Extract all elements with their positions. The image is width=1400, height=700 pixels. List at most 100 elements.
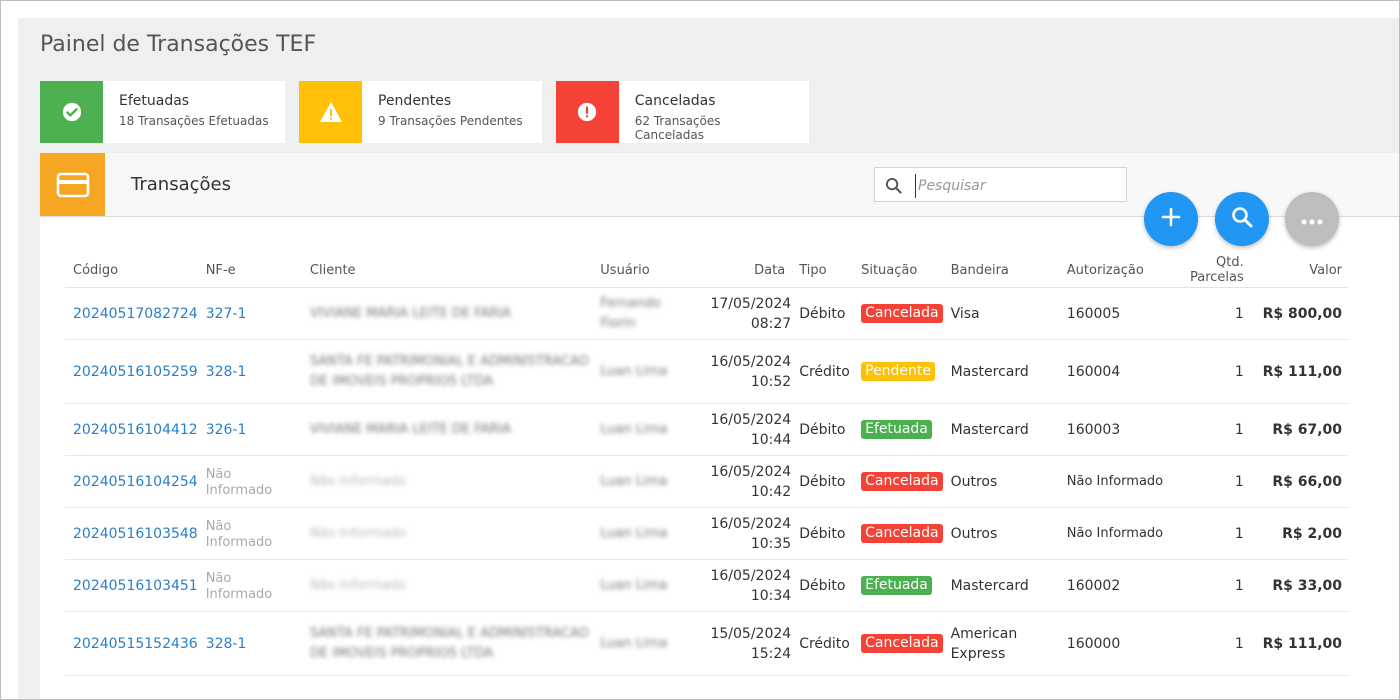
user-name: Luan Lima	[600, 473, 668, 489]
credit-card-icon	[40, 153, 105, 216]
installments-count: 1	[1163, 455, 1250, 508]
transaction-value: R$ 111,00	[1249, 339, 1348, 404]
col-bandeira[interactable]: Bandeira	[942, 253, 1059, 288]
authorization-code: 160004	[1058, 339, 1164, 404]
table-body: 20240517082724 327-1 VIVIANE MARIA LEITE D…	[65, 287, 1348, 676]
col-autorizacao[interactable]: Autorização	[1058, 253, 1164, 288]
installments-count: 1	[1163, 339, 1250, 404]
col-valor[interactable]: Valor	[1249, 253, 1348, 288]
user-name: Luan Lima	[600, 525, 668, 541]
transaction-value: R$ 66,00	[1249, 455, 1348, 508]
client-name: VIVIANE MARIA LEITE DE FARIA	[309, 421, 512, 437]
table-row[interactable]: 20240515152436 328-1 SANTA FE PATRIMONIAL …	[65, 611, 1348, 676]
search-box[interactable]	[874, 167, 1127, 202]
status-badge: Cancelada	[861, 524, 943, 543]
col-parcelas[interactable]: Qtd. Parcelas	[1163, 253, 1250, 288]
table-row[interactable]: 20240516105259 328-1 SANTA FE PATRIMONIAL …	[65, 339, 1348, 404]
transaction-time: 10:52	[750, 373, 792, 390]
add-button[interactable]	[1144, 192, 1198, 246]
alert-circle-icon	[556, 81, 619, 143]
transaction-date: 15/05/2024	[710, 625, 792, 642]
nfe-link[interactable]: 326-1	[206, 422, 247, 438]
search-icon	[885, 177, 902, 198]
card-brand: Outros	[942, 455, 1059, 508]
installments-count: 1	[1163, 559, 1250, 612]
transaction-code-link[interactable]: 20240516104412	[73, 422, 198, 438]
transactions-table: Código NF-e Cliente Usuário Data Tipo Si…	[65, 253, 1348, 676]
more-button[interactable]	[1285, 192, 1339, 246]
installments-count: 1	[1163, 403, 1250, 456]
authorization-code: 160003	[1058, 403, 1164, 456]
status-badge: Efetuada	[861, 576, 932, 595]
col-tipo[interactable]: Tipo	[791, 253, 854, 288]
authorization-code: 160002	[1058, 559, 1164, 612]
transaction-time: 10:34	[750, 587, 792, 604]
transaction-time: 10:35	[750, 535, 792, 552]
client-name: Não Informado	[309, 525, 407, 541]
check-circle-icon	[40, 81, 103, 143]
card-brand: Mastercard	[942, 559, 1059, 612]
table-row[interactable]: 20240516104412 326-1 VIVIANE MARIA LEITE D…	[65, 403, 1348, 456]
nfe-link: Não Informado	[205, 518, 273, 550]
installments-count: 1	[1163, 287, 1250, 340]
stat-card-pendentes[interactable]: Pendentes 9 Transações Pendentes	[299, 81, 542, 143]
table-header-row: Código NF-e Cliente Usuário Data Tipo Si…	[65, 253, 1348, 288]
transaction-date: 16/05/2024	[710, 567, 792, 584]
search-button[interactable]	[1215, 192, 1269, 246]
col-nfe[interactable]: NF-e	[197, 253, 302, 288]
table-row[interactable]: 20240516104254 Não Informado Não Informado…	[65, 455, 1348, 508]
page-title: Painel de Transações TEF	[40, 32, 317, 57]
transaction-date: 16/05/2024	[710, 463, 792, 480]
col-data[interactable]: Data	[694, 253, 792, 288]
client-name: Não Informado	[309, 473, 407, 489]
user-name: Luan Lima	[600, 635, 668, 651]
nfe-link[interactable]: 328-1	[206, 636, 247, 652]
transaction-type: Débito	[791, 403, 854, 456]
transaction-time: 15:24	[750, 645, 792, 662]
transaction-type: Crédito	[791, 611, 854, 676]
dashboard-panel: Painel de Transações TEF Efetuadas 18 Tr…	[18, 18, 1399, 699]
col-situacao[interactable]: Situação	[853, 253, 943, 288]
stat-card-efetuadas[interactable]: Efetuadas 18 Transações Efetuadas	[40, 81, 285, 143]
status-badge: Cancelada	[861, 634, 943, 653]
transactions-card: Transações Código	[40, 153, 1399, 699]
status-badge: Pendente	[861, 362, 935, 381]
installments-count: 1	[1163, 611, 1250, 676]
authorization-code: Não Informado	[1058, 455, 1164, 508]
nfe-link[interactable]: 328-1	[206, 364, 247, 380]
col-usuario[interactable]: Usuário	[592, 253, 695, 288]
table-row[interactable]: 20240516103548 Não Informado Não Informado…	[65, 507, 1348, 560]
section-title: Transações	[131, 174, 231, 195]
client-name: SANTA FE PATRIMONIAL E ADMINISTRACAO DE …	[309, 625, 589, 661]
transaction-type: Crédito	[791, 339, 854, 404]
stat-card-canceladas[interactable]: Canceladas 62 Transações Canceladas	[556, 81, 809, 143]
warning-icon	[299, 81, 362, 143]
transaction-code-link[interactable]: 20240516104254	[73, 474, 198, 490]
transaction-date: 16/05/2024	[710, 411, 792, 428]
col-codigo[interactable]: Código	[65, 253, 198, 288]
stat-subtitle: 9 Transações Pendentes	[378, 114, 523, 128]
transaction-date: 16/05/2024	[710, 515, 792, 532]
transaction-code-link[interactable]: 20240517082724	[73, 306, 198, 322]
nfe-link[interactable]: 327-1	[206, 306, 247, 322]
transaction-code-link[interactable]: 20240515152436	[73, 636, 198, 652]
transaction-type: Débito	[791, 507, 854, 560]
transaction-code-link[interactable]: 20240516103548	[73, 526, 198, 542]
transaction-date: 16/05/2024	[710, 353, 792, 370]
col-cliente[interactable]: Cliente	[301, 253, 593, 288]
transaction-date: 17/05/2024	[710, 295, 792, 312]
transaction-code-link[interactable]: 20240516103451	[73, 578, 198, 594]
search-icon	[1231, 206, 1253, 232]
user-name: Fernando Fiorin	[600, 295, 661, 331]
transaction-code-link[interactable]: 20240516105259	[73, 364, 198, 380]
transaction-value: R$ 2,00	[1249, 507, 1348, 560]
search-input[interactable]	[915, 174, 1120, 198]
user-name: Luan Lima	[600, 421, 668, 437]
client-name: Não Informado	[309, 577, 407, 593]
client-name: VIVIANE MARIA LEITE DE FARIA	[309, 305, 512, 321]
status-badge: Cancelada	[861, 472, 943, 491]
authorization-code: 160000	[1058, 611, 1164, 676]
table-row[interactable]: 20240516103451 Não Informado Não Informado…	[65, 559, 1348, 612]
stat-subtitle: 18 Transações Efetuadas	[119, 114, 269, 128]
table-row[interactable]: 20240517082724 327-1 VIVIANE MARIA LEITE D…	[65, 287, 1348, 340]
